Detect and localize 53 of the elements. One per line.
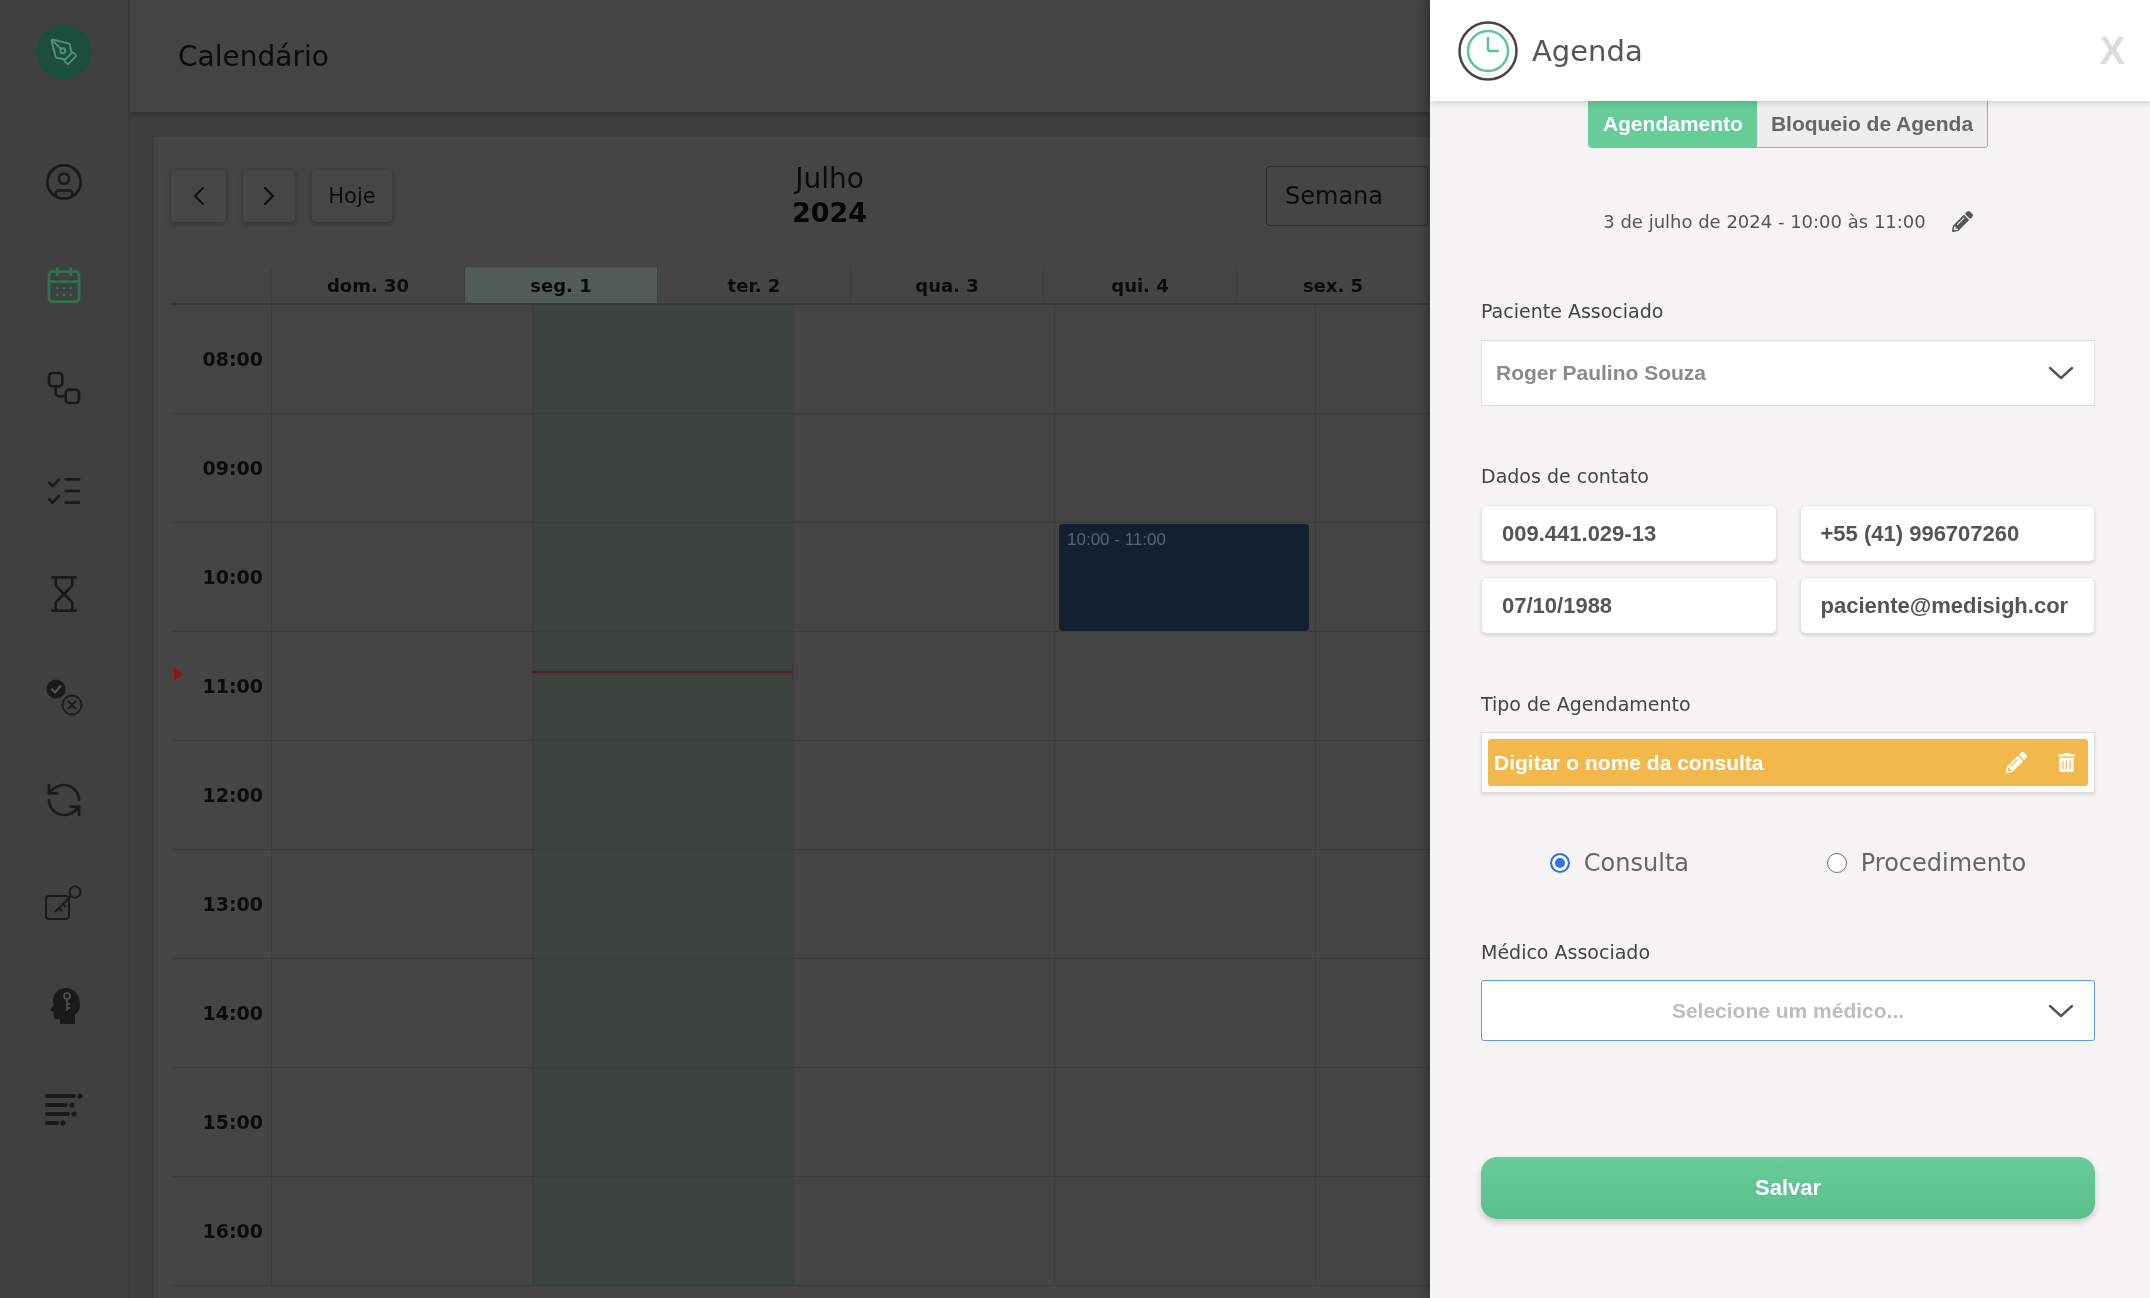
radio-label[interactable]: Procedimento — [1860, 849, 2027, 877]
clock-icon — [1458, 20, 1518, 81]
field-label: Dados de contato — [1481, 464, 1650, 489]
time-label: 13:00 — [202, 893, 263, 915]
month-label: Julho — [795, 162, 864, 196]
day-header: qua. 3 — [850, 267, 1043, 303]
input-field[interactable]: paciente@medisigh.cor — [1799, 577, 2095, 634]
field-label: Médico Associado — [1481, 940, 1651, 965]
time-label: 14:00 — [202, 1002, 263, 1024]
time-label: 16:00 — [202, 1220, 263, 1242]
input-field[interactable]: 009.441.029-13 — [1481, 505, 1777, 562]
save-button[interactable]: Salvar — [1481, 1157, 2095, 1219]
key-icon[interactable] — [44, 883, 84, 923]
chevron-down-icon — [2048, 1003, 2074, 1018]
tab[interactable]: Agendamento — [1588, 101, 1757, 147]
date-time-text: 3 de julho de 2024 - 10:00 às 11:00 — [1603, 210, 1926, 232]
page-title: Calendário — [178, 39, 329, 73]
chevron-left-icon — [192, 186, 205, 206]
trash-icon[interactable] — [2057, 753, 2076, 772]
year-label: 2024 — [791, 196, 868, 230]
chevron-down-icon — [2048, 366, 2074, 380]
time-label: 11:00 — [202, 675, 263, 697]
appointment-type-tag[interactable]: Digitar o nome da consulta — [1488, 739, 2088, 786]
day-header: qui. 4 — [1043, 267, 1236, 303]
time-label: 12:00 — [202, 784, 263, 806]
input-field[interactable]: +55 (41) 996707260 — [1799, 505, 2095, 562]
day-header: ter. 2 — [657, 267, 850, 303]
user-circle-icon[interactable] — [44, 162, 84, 202]
day-header: sex. 5 — [1236, 267, 1429, 303]
field-label: Paciente Associado — [1481, 299, 1665, 324]
chevron-right-icon — [263, 186, 275, 206]
pen-logo-icon[interactable] — [36, 24, 92, 80]
patient-select[interactable]: Roger Paulino Souza — [1481, 340, 2095, 406]
time-label: 09:00 — [202, 457, 263, 479]
view-select[interactable]: Semana — [1266, 166, 1428, 226]
field-label: Tipo de Agendamento — [1481, 692, 1692, 717]
radio-label[interactable]: Consulta — [1583, 849, 1689, 877]
panel-title: Agenda — [1532, 33, 1643, 68]
radio-button[interactable] — [1826, 853, 1847, 873]
tab[interactable]: Bloqueio de Agenda — [1756, 101, 1988, 147]
doctor-select[interactable]: Selecione um médico... — [1481, 980, 2095, 1041]
pencil-icon[interactable] — [1951, 210, 1973, 232]
radio-button[interactable] — [1549, 853, 1570, 873]
next-button[interactable] — [243, 170, 295, 222]
time-label: 10:00 — [202, 566, 263, 588]
check-and-cross-icon[interactable] — [44, 677, 84, 717]
day-header: seg. 1 — [464, 267, 657, 303]
previous-button[interactable] — [171, 170, 226, 222]
time-label: 08:00 — [202, 348, 263, 370]
calendar-event[interactable]: 10:00 - 11:00 — [1059, 524, 1309, 631]
time-label: 15:00 — [202, 1111, 263, 1133]
input-field[interactable]: 07/10/1988 — [1481, 577, 1777, 634]
today-button[interactable]: Hoje — [312, 170, 392, 222]
